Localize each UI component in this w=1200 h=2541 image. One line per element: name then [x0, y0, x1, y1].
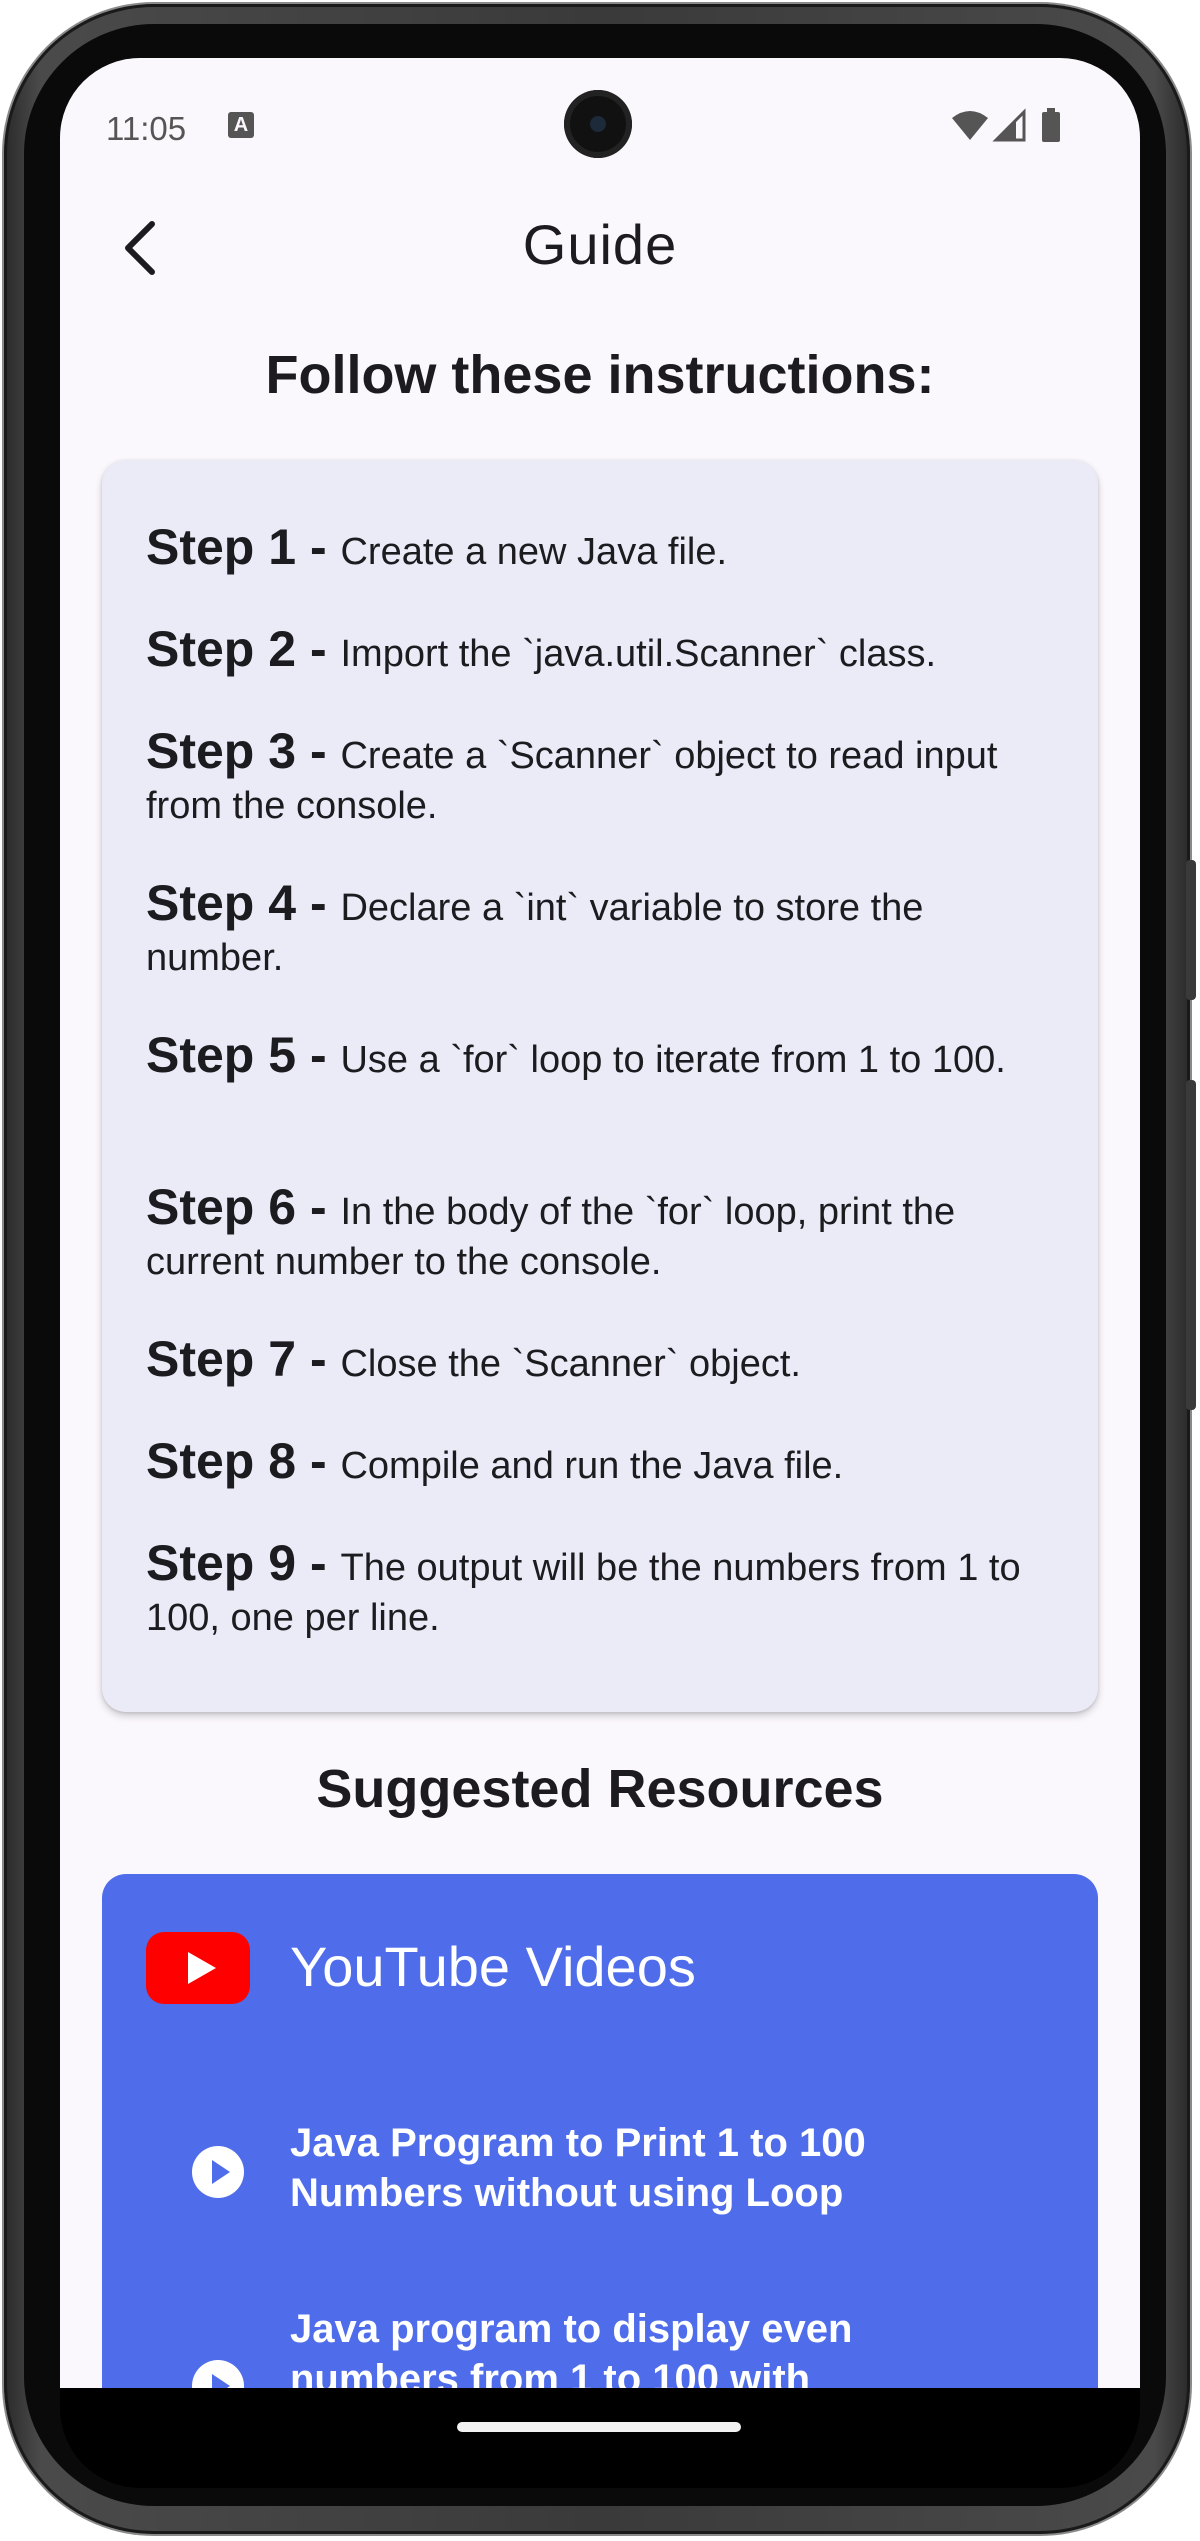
steps-card: Step 1 - Create a new Java file. Step 2 … — [102, 460, 1098, 1712]
step-text: Create a new Java file. — [340, 531, 728, 573]
video-title: Java program to display even numbers fro… — [290, 2307, 853, 2388]
step-item: Step 6 - In the body of the `for` loop, … — [146, 1182, 1066, 1287]
youtube-section-title: YouTube Videos — [290, 1935, 696, 1998]
step-label: Step 1 - — [146, 519, 341, 575]
step-item: Step 3 - Create a `Scanner` object to re… — [146, 726, 1066, 831]
step-label: Step 3 - — [146, 723, 341, 779]
step-label: Step 4 - — [146, 875, 341, 931]
video-title: Java Program to Print 1 to 100 Numbers w… — [290, 2121, 866, 2215]
youtube-logo-icon — [146, 1932, 250, 2004]
resources-heading: Suggested Resources — [316, 1759, 884, 1819]
step-text: Import the `java.util.Scanner` class. — [340, 633, 937, 675]
step-text: Compile and run the Java file. — [340, 1445, 844, 1487]
step-item: Step 2 - Import the `java.util.Scanner` … — [146, 624, 1066, 679]
step-item: Step 5 - Use a `for` loop to iterate fro… — [146, 1030, 1066, 1085]
signal-icon — [992, 108, 1026, 142]
page-title: Guide — [522, 213, 678, 276]
step-label: Step 9 - — [146, 1535, 341, 1591]
wifi-icon — [952, 111, 988, 140]
video-item[interactable]: Java Program to Print 1 to 100 Numbers w… — [102, 2118, 1098, 2238]
step-label: Step 6 - — [146, 1179, 341, 1235]
instructions-heading: Follow these instructions: — [265, 345, 935, 405]
navigation-bar — [60, 2388, 1140, 2488]
step-item: Step 7 - Close the `Scanner` object. — [146, 1334, 1066, 1389]
step-label: Step 7 - — [146, 1331, 341, 1387]
play-circle-icon — [192, 2146, 244, 2198]
step-item: Step 9 - The output will be the numbers … — [146, 1538, 1066, 1643]
status-icons — [950, 108, 1070, 144]
step-text: Close the `Scanner` object. — [340, 1343, 801, 1385]
step-item: Step 8 - Compile and run the Java file. — [146, 1436, 1066, 1491]
front-camera — [564, 90, 632, 158]
step-label: Step 8 - — [146, 1433, 341, 1489]
home-gesture-handle[interactable] — [457, 2422, 741, 2432]
play-circle-icon — [192, 2360, 244, 2388]
battery-icon — [1042, 108, 1060, 142]
step-item: Step 1 - Create a new Java file. — [146, 522, 1066, 577]
step-text: Use a `for` loop to iterate from 1 to 10… — [340, 1039, 1006, 1081]
youtube-resources-card: YouTube Videos Java Program to Print 1 t… — [102, 1874, 1098, 2388]
step-item: Step 4 - Declare a `int` variable to sto… — [146, 878, 1066, 983]
volume-button — [1186, 1080, 1196, 1410]
step-label: Step 2 - — [146, 621, 341, 677]
step-label: Step 5 - — [146, 1027, 341, 1083]
screen: 11:05 A Guide Follow these instructions:… — [60, 58, 1140, 2388]
notification-icon: A — [228, 112, 254, 138]
video-item[interactable]: Java program to display even numbers fro… — [102, 2304, 1098, 2388]
status-time: 11:05 — [106, 110, 187, 147]
power-button — [1186, 860, 1196, 1000]
